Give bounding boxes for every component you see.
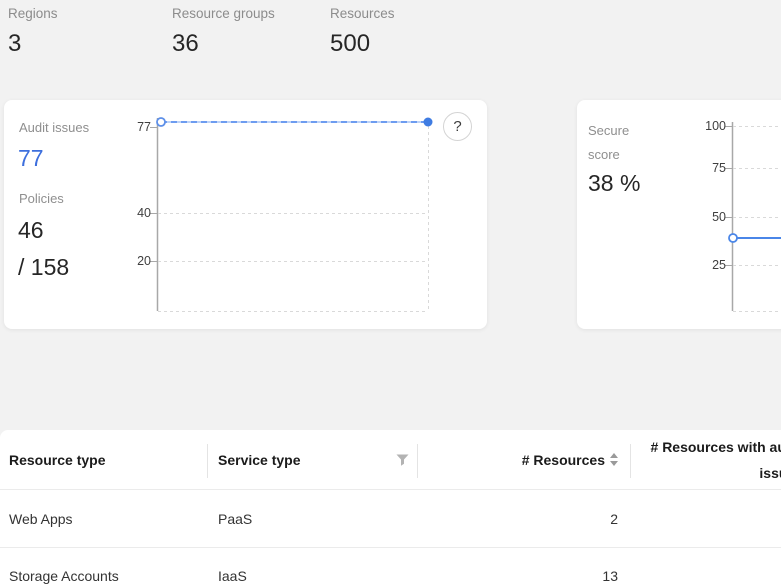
cell-resources-count: 2 <box>417 490 630 547</box>
y-tick-25: 25 <box>712 258 726 272</box>
help-button[interactable]: ? <box>443 112 472 141</box>
y-tick-77: 77 <box>137 120 151 134</box>
stat-resources-label: Resources <box>330 6 395 21</box>
column-divider <box>630 444 631 478</box>
column-header-resources-label: # Resources <box>522 452 605 468</box>
stat-regions: Regions 3 <box>8 6 58 58</box>
column-header-resources-with-issues: # Resources with audit issues <box>630 430 781 489</box>
column-header-service-type-label: Service type <box>218 452 301 468</box>
resources-table: Resource type Service type # Resources #… <box>0 430 781 585</box>
table-row: Storage Accounts IaaS 13 <box>0 547 781 585</box>
sort-up-arrow <box>610 453 618 458</box>
y-tick-40: 40 <box>137 206 151 220</box>
stat-regions-value: 3 <box>8 30 58 58</box>
column-header-service-type: Service type <box>207 430 417 489</box>
column-divider <box>417 444 418 478</box>
secure-score-card: Secure score 38 % 100 75 50 25 <box>577 100 781 329</box>
dashboard: Regions 3 Resource groups 36 Resources 5… <box>0 0 781 585</box>
cell-resource-type: Web Apps <box>0 490 207 547</box>
column-header-resource-type: Resource type <box>0 430 207 489</box>
sort-down-arrow <box>610 461 618 466</box>
stat-resource-groups: Resource groups 36 <box>172 6 275 58</box>
cell-service-type: PaaS <box>207 490 417 547</box>
table-header: Resource type Service type # Resources #… <box>0 430 781 490</box>
sort-icon[interactable] <box>610 453 618 466</box>
cell-resources-count: 13 <box>417 548 630 585</box>
table-row: Web Apps PaaS 2 <box>0 490 781 547</box>
cell-resource-type: Storage Accounts <box>0 548 207 585</box>
column-header-resources: # Resources <box>417 430 630 489</box>
stat-regions-label: Regions <box>8 6 58 21</box>
y-tick-75: 75 <box>712 161 726 175</box>
start-marker <box>729 234 737 242</box>
cell-resources-with-issues <box>630 548 781 585</box>
y-tick-50: 50 <box>712 210 726 224</box>
secure-score-chart: 100 75 50 25 <box>577 100 781 329</box>
audit-issues-card: Audit issues 77 Policies 46 / 158 77 40 … <box>4 100 487 329</box>
stat-resources-value: 500 <box>330 30 395 58</box>
cell-resources-with-issues <box>630 490 781 547</box>
stat-resources: Resources 500 <box>330 6 395 58</box>
audit-issues-chart: 77 40 20 <box>4 100 487 329</box>
column-divider <box>207 444 208 478</box>
y-tick-100: 100 <box>705 119 726 133</box>
stat-resource-groups-value: 36 <box>172 30 275 58</box>
help-icon: ? <box>453 118 461 135</box>
filter-funnel-icon[interactable] <box>396 454 409 466</box>
end-marker <box>424 118 433 127</box>
stat-resource-groups-label: Resource groups <box>172 6 275 21</box>
y-tick-20: 20 <box>137 254 151 268</box>
start-marker <box>157 118 165 126</box>
cell-service-type: IaaS <box>207 548 417 585</box>
